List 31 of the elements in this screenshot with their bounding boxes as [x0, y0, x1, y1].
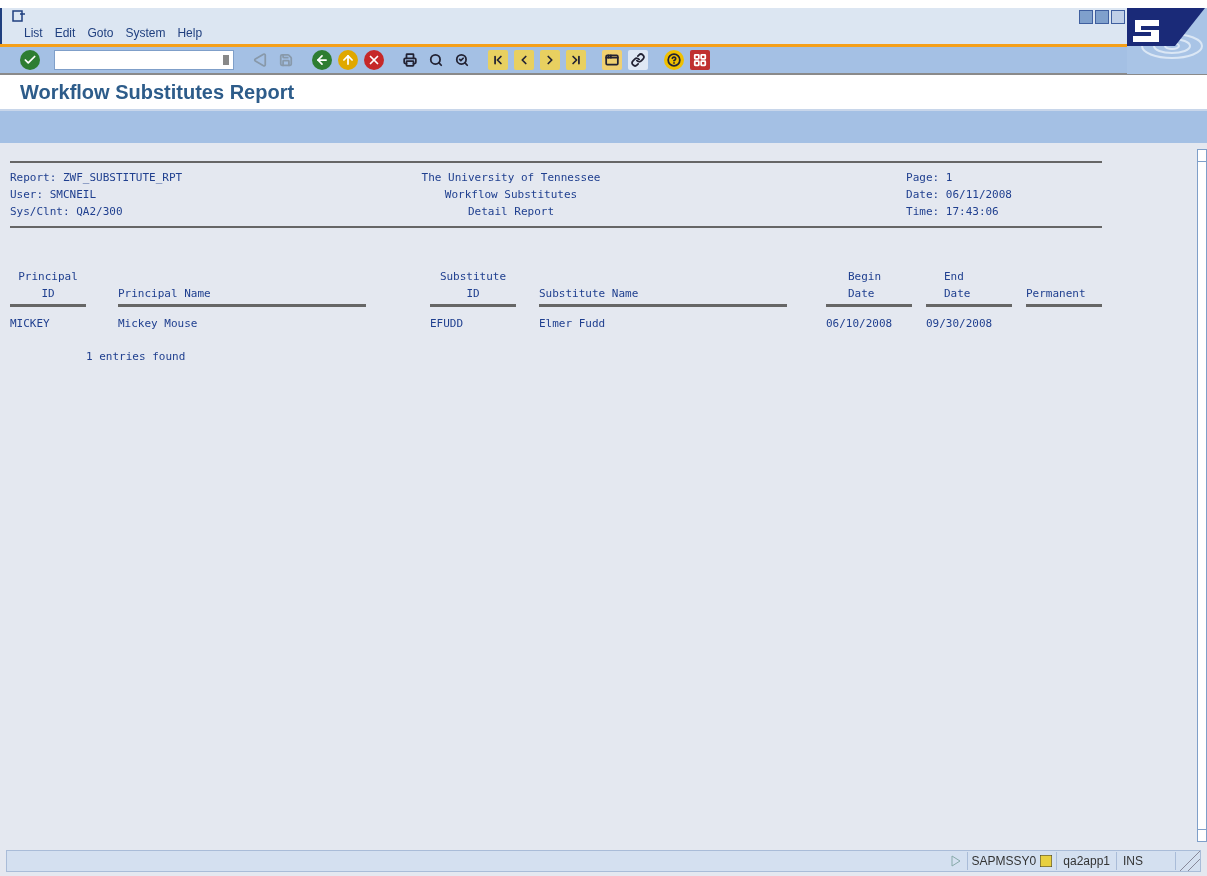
menu-item[interactable]: System — [125, 24, 166, 42]
page-title: Workflow Substitutes Report — [20, 80, 295, 105]
input-mode: INS — [1116, 852, 1176, 870]
report-info: Report: ZWF_SUBSTITUTE_RPT — [10, 170, 184, 186]
column-header: Principal Name — [118, 286, 212, 302]
table-cell: Mickey Mouse — [118, 317, 198, 330]
table-cell: EFUDD — [430, 317, 464, 330]
column-header: Begin Date — [848, 269, 883, 302]
column-header: End Date — [944, 269, 972, 302]
report-info: Time: 17:43:06 — [906, 204, 1000, 220]
server-name: qa2app1 — [1056, 852, 1116, 870]
entries-count: 1 entries found — [85, 349, 187, 365]
column-header: Substitute Name — [539, 286, 640, 302]
column-header: Permanent — [1026, 286, 1087, 302]
report-heading: The University of Tennessee — [421, 170, 601, 186]
column-header: Principal ID — [17, 269, 79, 302]
column-header: Substitute ID — [438, 269, 508, 302]
report-info: User: SMCNEIL — [10, 187, 98, 203]
report-info: Sys/Clnt: QA2/300 — [10, 204, 124, 220]
report-heading: Detail Report — [467, 204, 555, 220]
menu-item[interactable]: Help — [177, 24, 203, 42]
table-cell: MICKEY — [10, 317, 50, 330]
table-cell: 09/30/2008 — [926, 317, 993, 330]
table-cell: Elmer Fudd — [539, 317, 606, 330]
report-info: Date: 06/11/2008 — [906, 187, 1012, 203]
report-info: Page: 1 — [906, 170, 954, 186]
menu-item[interactable]: List — [24, 24, 43, 42]
menu-item[interactable]: Goto — [87, 24, 114, 42]
table-cell: 06/10/2008 — [826, 317, 893, 330]
report-heading: Workflow Substitutes — [444, 187, 578, 203]
menu-item[interactable]: Edit — [54, 24, 76, 42]
